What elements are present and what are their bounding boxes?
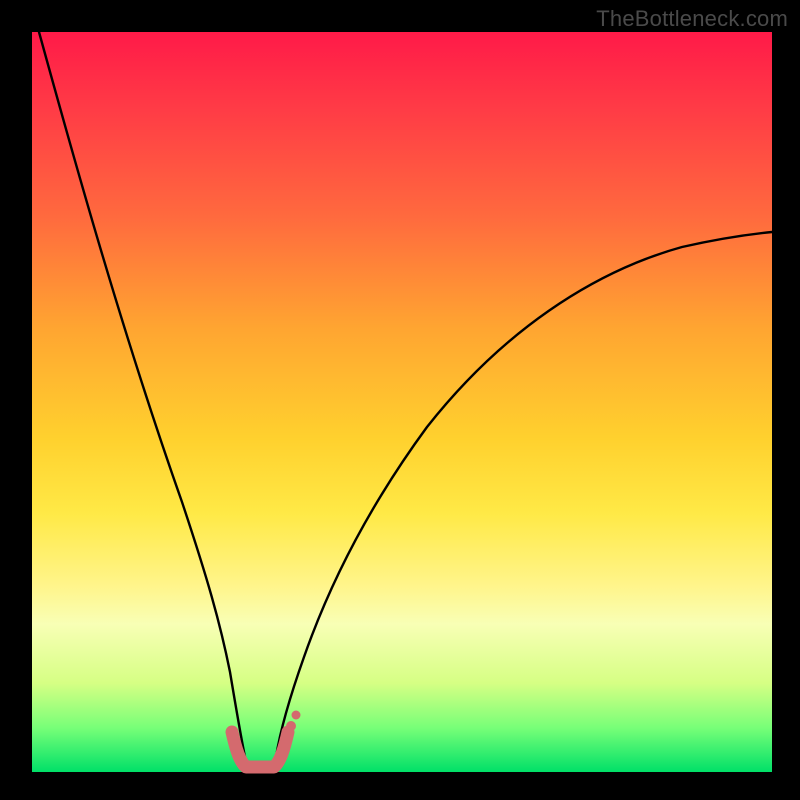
valley-dot: [292, 711, 301, 720]
chart-stage: TheBottleneck.com: [0, 0, 800, 800]
curve-right-branch: [276, 232, 772, 757]
curve-left-branch: [39, 32, 245, 757]
watermark-text: TheBottleneck.com: [596, 6, 788, 32]
plot-area: [32, 32, 772, 772]
valley-dot: [286, 721, 296, 731]
curve-layer: [32, 32, 772, 772]
